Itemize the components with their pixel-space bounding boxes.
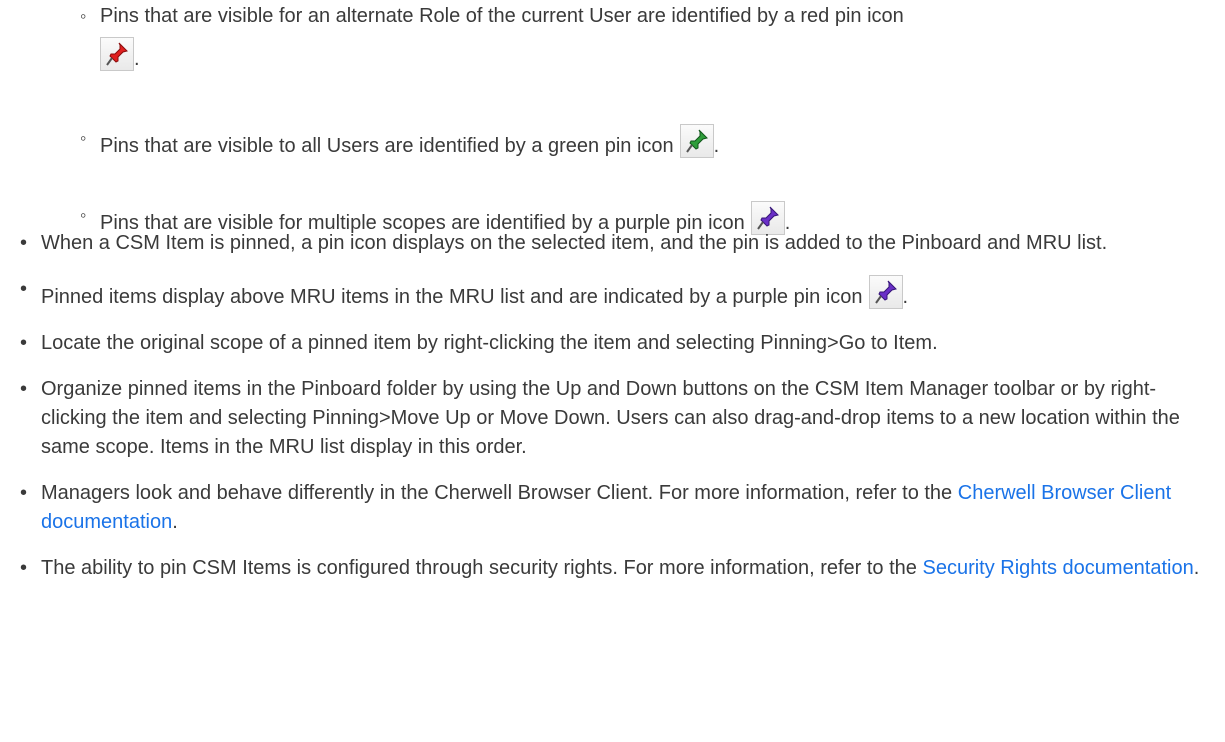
item-text: Organize pinned items in the Pinboard fo…	[41, 378, 1180, 458]
purple-pin-icon	[868, 275, 903, 309]
green-pin-svg	[685, 129, 708, 153]
green-pin-period: .	[713, 135, 720, 157]
security-rights-doc-link[interactable]: Security Rights documentation	[922, 557, 1193, 579]
purple-pin-svg	[874, 280, 897, 304]
red-pin-text: Pins that are visible for an alternate R…	[100, 5, 904, 27]
green-pin-text: Pins that are visible to all Users are i…	[100, 135, 674, 157]
list-item-security-rights: • The ability to pin CSM Items is config…	[20, 554, 1210, 583]
sub-bullet: ◦	[80, 6, 87, 26]
bullet: •	[20, 557, 28, 579]
list-item-browser-client: • Managers look and behave differently i…	[20, 479, 1210, 537]
list-item-organize-pins: • Organize pinned items in the Pinboard …	[20, 375, 1210, 462]
red-pin-icon	[100, 37, 134, 71]
item-text: Managers look and behave differently in …	[41, 482, 953, 504]
list-item-pinned-mru: • Pinned items display above MRU items i…	[20, 275, 1210, 312]
list-item-go-to-item: • Locate the original scope of a pinned …	[20, 329, 1210, 358]
item-text: Pinned items display above MRU items in …	[41, 286, 863, 308]
pin-color-list: ◦ Pins that are visible for an alternate…	[80, 2, 1200, 238]
list-item-green-pin: ◦ Pins that are visible to all Users are…	[80, 94, 1200, 201]
list-item-red-pin: ◦ Pins that are visible for an alternate…	[80, 2, 1200, 94]
purple-pin-svg	[756, 206, 779, 230]
bullet: •	[20, 278, 28, 300]
item-period: .	[902, 286, 909, 308]
sub-bullet: ◦	[80, 205, 87, 225]
item-text: The ability to pin CSM Items is configur…	[41, 557, 917, 579]
notes-list: • When a CSM Item is pinned, a pin icon …	[20, 229, 1210, 600]
bullet: •	[20, 232, 28, 254]
item-text: Locate the original scope of a pinned it…	[41, 332, 938, 354]
bullet: •	[20, 378, 28, 400]
item-text: When a CSM Item is pinned, a pin icon di…	[41, 232, 1108, 254]
document-page: ◦ Pins that are visible for an alternate…	[0, 0, 1225, 742]
red-pin-svg	[106, 42, 128, 66]
sub-bullet: ◦	[80, 128, 87, 148]
bullet: •	[20, 332, 28, 354]
red-pin-period: .	[134, 48, 140, 70]
list-item-pin-icon-display: • When a CSM Item is pinned, a pin icon …	[20, 229, 1210, 258]
item-period: .	[1193, 557, 1200, 579]
bullet: •	[20, 482, 28, 504]
item-period: .	[172, 511, 178, 533]
green-pin-icon	[679, 124, 714, 158]
